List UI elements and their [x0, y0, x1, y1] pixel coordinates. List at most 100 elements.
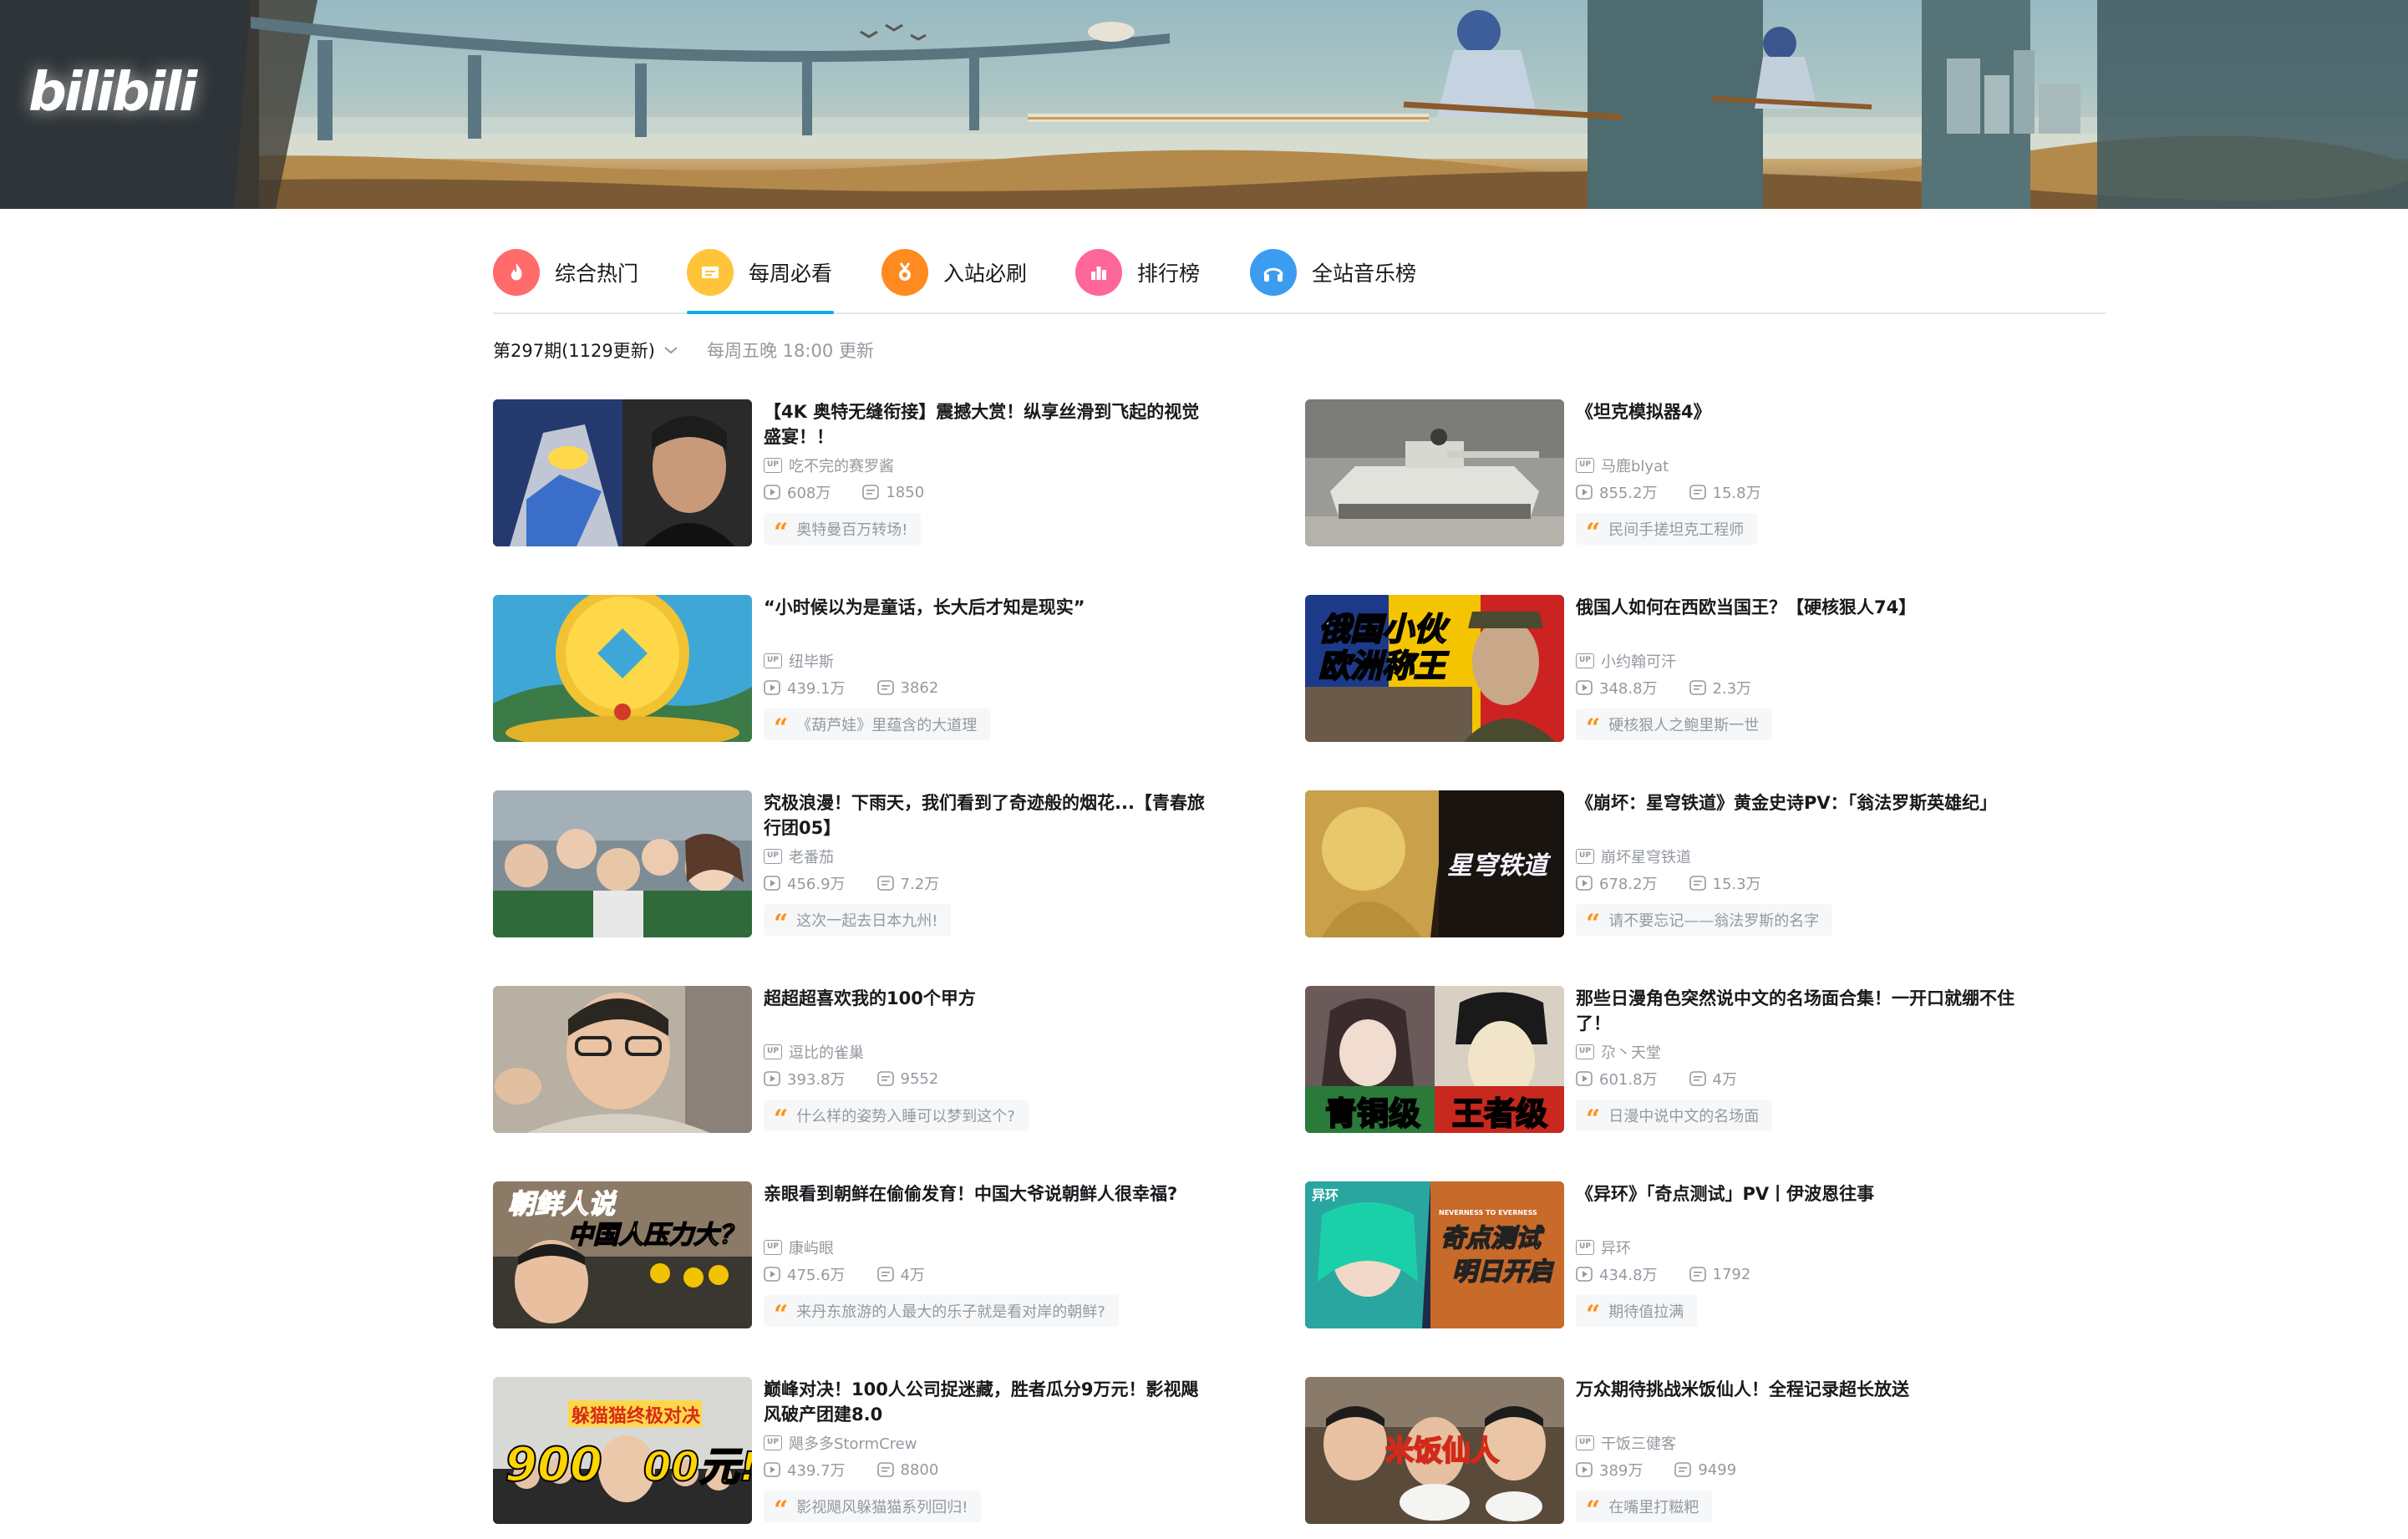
- video-title[interactable]: 《崩坏：星穹铁道》黄金史诗PV：「翁法罗斯英雄纪」: [1576, 790, 2027, 815]
- video-stats: 608万 1850: [764, 481, 924, 503]
- video-card[interactable]: 青铜级 王者级 那些日漫角色突然说中文的名场面合集！一开口就绷不住 了！ UP …: [1305, 986, 2057, 1133]
- issue-dropdown[interactable]: 第297期(1129更新): [493, 338, 678, 363]
- recommend-reason: “ 日漫中说中文的名场面: [1576, 1100, 1773, 1132]
- video-card[interactable]: 超超超喜欢我的100个甲方 UP 逗比的雀巢 393.8万 9552 “ 什么样…: [493, 986, 1245, 1133]
- recommend-reason: “ 请不要忘记——翁法罗斯的名字: [1576, 904, 1833, 938]
- uploader[interactable]: UP 吃不完的赛罗酱: [764, 455, 894, 476]
- tab-weekly[interactable]: 每周必看: [687, 232, 832, 312]
- uploader-name: 崩坏星穹铁道: [1601, 849, 1691, 866]
- danmaku-icon: [876, 876, 894, 891]
- uploader[interactable]: UP 飓多多StormCrew: [764, 1432, 917, 1454]
- video-thumbnail[interactable]: [493, 986, 752, 1133]
- uploader[interactable]: UP 异环: [1576, 1237, 1631, 1258]
- bilibili-logo[interactable]: bilibili: [28, 62, 197, 145]
- video-title[interactable]: 巅峰对决！100人公司捉迷藏，胜者瓜分9万元！影视飓 风破产团建8.0: [764, 1377, 1215, 1427]
- uploader-name: 尕丶天堂: [1601, 1044, 1661, 1062]
- video-thumbnail[interactable]: 异环 NEVERNESS TO EVERNESS 奇点测试 明日开启: [1305, 1181, 1564, 1328]
- tab-label: 排行榜: [1137, 262, 1201, 286]
- danmaku-count: 9499: [1698, 1460, 1737, 1479]
- video-title[interactable]: 俄国人如何在西欧当国王？【硬核狠人74】: [1576, 595, 2027, 620]
- video-card[interactable]: 《坦克模拟器4》 UP 马鹿blyat 855.2万 15.8万 “ 民间手搓坦…: [1305, 399, 2057, 546]
- uploader[interactable]: UP 老番茄: [764, 846, 834, 867]
- quote-icon: “: [1586, 909, 1601, 938]
- video-title[interactable]: 【4K 奥特无缝衔接】震撼大赏！纵享丝滑到飞起的视觉 盛宴！！: [764, 399, 1215, 450]
- uploader[interactable]: UP 马鹿blyat: [1576, 455, 1669, 476]
- recommend-reason: “ 奥特曼百万转场!: [764, 513, 922, 547]
- view-count: 348.8万: [1599, 680, 1658, 698]
- play-count-icon: [1576, 680, 1593, 695]
- active-tab-indicator: [687, 311, 834, 314]
- video-thumbnail[interactable]: 米饭仙人: [1305, 1377, 1564, 1524]
- up-icon: UP: [1576, 1240, 1594, 1255]
- video-thumbnail[interactable]: 朝鲜人说 中国人压力大？: [493, 1181, 752, 1328]
- video-card[interactable]: “小时候以为是童话，长大后才知是现实” UP 纽毕斯 439.1万 3862 “…: [493, 595, 1245, 742]
- video-title[interactable]: 《异环》「奇点测试」PV丨伊波恩往事: [1576, 1181, 2027, 1206]
- thumb-caption-3: 明日开启: [1452, 1257, 1554, 1287]
- video-card[interactable]: 星穹铁道 《崩坏：星穹铁道》黄金史诗PV：「翁法罗斯英雄纪」 UP 崩坏星穹铁道…: [1305, 790, 2057, 937]
- quote-icon: “: [774, 518, 789, 547]
- video-card[interactable]: 究极浪漫！下雨天，我们看到了奇迹般的烟花...【青春旅 行团05】 UP 老番茄…: [493, 790, 1245, 937]
- video-thumbnail[interactable]: 躲猫猫终极对决 900 00元!: [493, 1377, 752, 1524]
- danmaku-count: 15.3万: [1712, 876, 1761, 893]
- uploader[interactable]: UP 纽毕斯: [764, 650, 834, 672]
- recommend-reason: “ 什么样的姿势入睡可以梦到这个?: [764, 1100, 1029, 1132]
- video-title[interactable]: “小时候以为是童话，长大后才知是现实”: [764, 595, 1215, 620]
- danmaku-icon: [1689, 1071, 1706, 1086]
- video-card[interactable]: 俄国小伙 欧洲称王 俄国人如何在西欧当国王？【硬核狠人74】 UP 小约翰可汗 …: [1305, 595, 2057, 742]
- tab-label: 综合热门: [555, 262, 639, 286]
- tab-ranking[interactable]: 排行榜: [1075, 232, 1200, 312]
- video-card[interactable]: 躲猫猫终极对决 900 00元! 巅峰对决！100人公司捉迷藏，胜者瓜分9万元！…: [493, 1377, 1245, 1524]
- recommend-text: 请不要忘记——翁法罗斯的名字: [1608, 912, 1820, 930]
- uploader[interactable]: UP 逗比的雀巢: [764, 1041, 864, 1063]
- video-thumbnail[interactable]: [1305, 399, 1564, 546]
- uploader[interactable]: UP 康屿眼: [764, 1237, 834, 1258]
- video-thumbnail[interactable]: [493, 399, 752, 546]
- play-count-icon: [764, 1267, 780, 1282]
- video-stats: 348.8万 2.3万: [1576, 677, 1751, 698]
- uploader[interactable]: UP 崩坏星穹铁道: [1576, 846, 1691, 867]
- video-stats: 393.8万 9552: [764, 1068, 938, 1089]
- video-title[interactable]: 那些日漫角色突然说中文的名场面合集！一开口就绷不住 了！: [1576, 986, 2027, 1036]
- uploader-name: 老番茄: [789, 849, 834, 866]
- thumb-caption-1: 异环: [1312, 1187, 1339, 1203]
- tab-popular[interactable]: 综合热门: [493, 232, 638, 312]
- thumb-caption: 米饭仙人: [1385, 1435, 1499, 1468]
- video-card[interactable]: 朝鲜人说 中国人压力大？ 亲眼看到朝鲜在偷偷发育！中国大爷说朝鲜人很幸福? UP…: [493, 1181, 1245, 1328]
- uploader[interactable]: UP 尕丶天堂: [1576, 1041, 1661, 1063]
- danmaku-count: 3862: [900, 678, 939, 697]
- video-card[interactable]: 异环 NEVERNESS TO EVERNESS 奇点测试 明日开启 《异环》「…: [1305, 1181, 2057, 1328]
- quote-icon: “: [1586, 714, 1601, 743]
- quote-icon: “: [774, 714, 789, 743]
- video-thumbnail[interactable]: 星穹铁道: [1305, 790, 1564, 937]
- danmaku-count: 15.8万: [1712, 485, 1761, 502]
- up-icon: UP: [764, 653, 782, 668]
- recommend-reason: “ 在嘴里打糍粑: [1576, 1491, 1713, 1523]
- video-thumbnail[interactable]: 青铜级 王者级: [1305, 986, 1564, 1133]
- recommend-reason: “ 硬核狠人之鲍里斯一世: [1576, 709, 1773, 743]
- video-thumbnail[interactable]: [493, 595, 752, 742]
- video-title[interactable]: 万众期待挑战米饭仙人！全程记录超长放送: [1576, 1377, 2027, 1402]
- tab-must-watch[interactable]: 入站必刷: [881, 232, 1027, 312]
- video-title[interactable]: 《坦克模拟器4》: [1576, 399, 2027, 424]
- video-title[interactable]: 究极浪漫！下雨天，我们看到了奇迹般的烟花...【青春旅 行团05】: [764, 790, 1215, 841]
- video-title[interactable]: 超超超喜欢我的100个甲方: [764, 986, 1215, 1011]
- uploader[interactable]: UP 干饭三健客: [1576, 1432, 1676, 1454]
- video-thumbnail[interactable]: [493, 790, 752, 937]
- recommend-text: 在嘴里打糍粑: [1608, 1499, 1699, 1516]
- video-thumbnail[interactable]: 俄国小伙 欧洲称王: [1305, 595, 1564, 742]
- uploader[interactable]: UP 小约翰可汗: [1576, 650, 1676, 672]
- quote-icon: “: [1586, 518, 1601, 547]
- play-count-icon: [764, 485, 780, 500]
- video-card[interactable]: 【4K 奥特无缝衔接】震撼大赏！纵享丝滑到飞起的视觉 盛宴！！ UP 吃不完的赛…: [493, 399, 1245, 546]
- video-card[interactable]: 米饭仙人 万众期待挑战米饭仙人！全程记录超长放送 UP 干饭三健客 389万 9…: [1305, 1377, 2057, 1524]
- danmaku-icon: [1689, 1267, 1706, 1282]
- thumb-caption-3: 00元!: [643, 1444, 752, 1491]
- tab-label: 入站必刷: [943, 262, 1028, 286]
- quote-icon: “: [1586, 1300, 1601, 1329]
- recommend-text: 影视飓风躲猫猫系列回归!: [796, 1499, 968, 1516]
- tab-music-chart[interactable]: 全站音乐榜: [1250, 232, 1416, 312]
- view-count: 475.6万: [787, 1267, 846, 1284]
- recommend-reason: “ 《葫芦娃》里蕴含的大道理: [764, 709, 991, 743]
- video-title[interactable]: 亲眼看到朝鲜在偷偷发育！中国大爷说朝鲜人很幸福?: [764, 1181, 1215, 1206]
- thumb-caption-2: 奇点测试: [1440, 1224, 1545, 1253]
